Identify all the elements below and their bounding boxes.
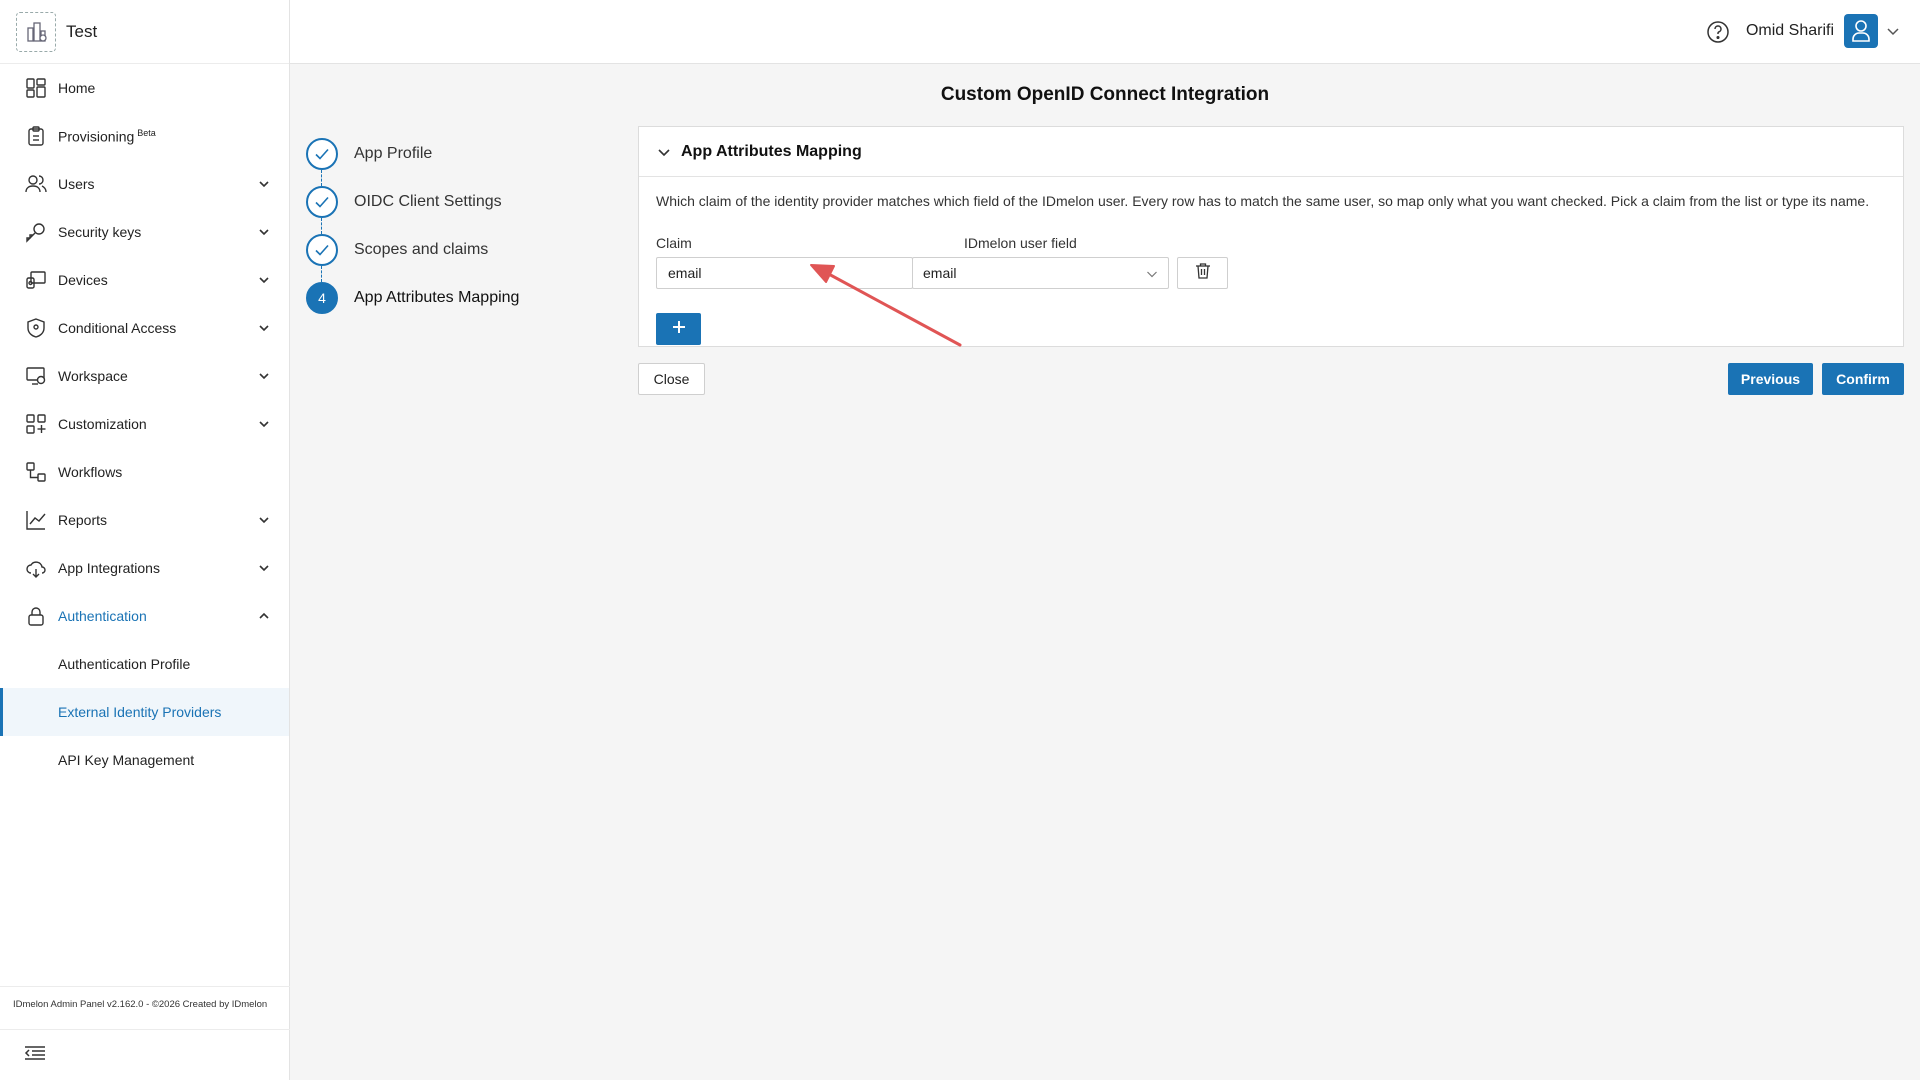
wizard-step-scopes-and-claims[interactable]: Scopes and claims (306, 226, 626, 282)
chevron-down-icon[interactable] (1886, 24, 1900, 38)
sidebar-item-conditional-access[interactable]: Conditional Access (0, 304, 289, 352)
sidebar-item-label: Authentication (58, 608, 147, 624)
wizard-step-label: OIDC Client Settings (354, 193, 502, 210)
collapse-sidebar-icon[interactable] (22, 1042, 48, 1064)
wizard-steps: App Profile OIDC Client Settings Scopes … (306, 130, 626, 322)
avatar[interactable] (1844, 14, 1878, 48)
sidebar-item-workspace[interactable]: Workspace (0, 352, 289, 400)
chevron-down-icon (257, 273, 271, 287)
cloud-icon (24, 556, 48, 580)
check-icon (306, 234, 338, 266)
clipboard-icon (24, 124, 48, 148)
chevron-down-icon (257, 417, 271, 431)
wizard-step-label: Scopes and claims (354, 241, 489, 258)
user-name[interactable]: Omid Sharifi (1746, 22, 1834, 40)
workspace-icon (24, 364, 48, 388)
chevron-down-icon (1146, 267, 1158, 279)
plus-icon (672, 320, 686, 339)
step-number-badge: 4 (306, 282, 338, 314)
sidebar-item-label: Customization (58, 416, 147, 432)
chevron-down-icon (257, 321, 271, 335)
check-icon (306, 186, 338, 218)
user-field-select[interactable]: email (912, 257, 1169, 289)
wizard-step-app-profile[interactable]: App Profile (306, 130, 626, 186)
chevron-down-icon (257, 177, 271, 191)
brand: Test (0, 0, 289, 64)
sidebar-item-provisioning[interactable]: Provisioning Beta (0, 112, 289, 160)
sidebar-item-reports[interactable]: Reports (0, 496, 289, 544)
divider (0, 1029, 290, 1030)
previous-button[interactable]: Previous (1728, 363, 1813, 395)
sidebar-item-label: Workspace (58, 368, 128, 384)
help-icon[interactable] (1706, 20, 1730, 44)
step-connector (321, 218, 322, 234)
step-connector (321, 170, 322, 186)
sidebar-item-label: Home (58, 80, 96, 96)
chevron-down-icon (257, 225, 271, 239)
wizard-step-label: App Attributes Mapping (354, 289, 520, 306)
top-bar: Omid Sharifi (290, 0, 1920, 64)
claim-label: Claim (656, 235, 692, 251)
add-row-button[interactable] (656, 313, 701, 345)
sidebar-item-label: Users (58, 176, 95, 192)
chevron-down-icon (257, 513, 271, 527)
sidebar-item-customization[interactable]: Customization (0, 400, 289, 448)
lock-icon (24, 604, 48, 628)
chevron-down-icon (257, 369, 271, 383)
claim-input[interactable] (656, 257, 913, 289)
devices-icon (24, 268, 48, 292)
sidebar-item-users[interactable]: Users (0, 160, 289, 208)
panel-body: Which claim of the identity provider mat… (639, 177, 1903, 345)
panel-description: Which claim of the identity provider mat… (656, 193, 1870, 209)
panel-header[interactable]: App Attributes Mapping (639, 127, 1903, 177)
confirm-button[interactable]: Confirm (1822, 363, 1904, 395)
home-grid-icon (24, 76, 48, 100)
sidebar-item-security-keys[interactable]: Security keys (0, 208, 289, 256)
user-field-label: IDmelon user field (964, 235, 1077, 251)
sidebar-item-app-integrations[interactable]: App Integrations (0, 544, 289, 592)
close-button[interactable]: Close (638, 363, 705, 395)
page-title: Custom OpenID Connect Integration (940, 84, 1270, 105)
sidebar-item-label: Workflows (58, 464, 123, 480)
shield-icon (24, 316, 48, 340)
sidebar-subitem-external-identity-providers[interactable]: External Identity Providers (0, 688, 289, 736)
sidebar-item-label: Security keys (58, 224, 142, 240)
attributes-mapping-panel: App Attributes Mapping Which claim of th… (638, 126, 1904, 347)
sidebar-subitem-authentication-profile[interactable]: Authentication Profile (0, 640, 289, 688)
chart-icon (24, 508, 48, 532)
sidebar-item-label: Devices (58, 272, 108, 288)
sidebar-subitem-api-key-management[interactable]: API Key Management (0, 736, 289, 784)
main-content: Custom OpenID Connect Integration App Pr… (290, 64, 1920, 1080)
wizard-step-app-attributes-mapping[interactable]: 4 App Attributes Mapping (306, 274, 626, 322)
wizard-step-label: App Profile (354, 145, 433, 162)
beta-badge: Beta (137, 127, 156, 138)
check-icon (306, 138, 338, 170)
sidebar-item-workflows[interactable]: Workflows (0, 448, 289, 496)
sidebar-item-home[interactable]: Home (0, 64, 289, 112)
sidebar-nav: Home Provisioning Beta Users Security key… (0, 64, 289, 784)
sidebar-footer: IDmelon Admin Panel v2.162.0 - ©2026 Cre… (0, 986, 290, 1022)
delete-row-button[interactable] (1177, 257, 1228, 289)
key-icon (24, 220, 48, 244)
wizard-step-oidc-client-settings[interactable]: OIDC Client Settings (306, 178, 626, 234)
sidebar-item-authentication[interactable]: Authentication (0, 592, 289, 640)
panel-title: App Attributes Mapping (681, 142, 862, 160)
tenant-name: Test (66, 21, 98, 41)
chevron-down-icon (257, 561, 271, 575)
chevron-down-icon[interactable] (657, 145, 671, 159)
users-icon (24, 172, 48, 196)
user-field-select-value: email (923, 265, 957, 281)
tenant-logo-icon[interactable] (16, 11, 56, 52)
chevron-up-icon (257, 609, 271, 623)
sidebar: Test Home Provisioning Beta Users Securi… (0, 0, 290, 1080)
sidebar-item-label: App Integrations (58, 560, 160, 576)
sidebar-item-label: Conditional Access (58, 320, 177, 336)
sidebar-item-label: Provisioning (58, 128, 135, 145)
step-connector (321, 266, 322, 282)
customization-icon (24, 412, 48, 436)
workflows-icon (24, 460, 48, 484)
sidebar-item-label: Reports (58, 512, 108, 528)
trash-icon (1195, 262, 1211, 285)
sidebar-item-devices[interactable]: Devices (0, 256, 289, 304)
